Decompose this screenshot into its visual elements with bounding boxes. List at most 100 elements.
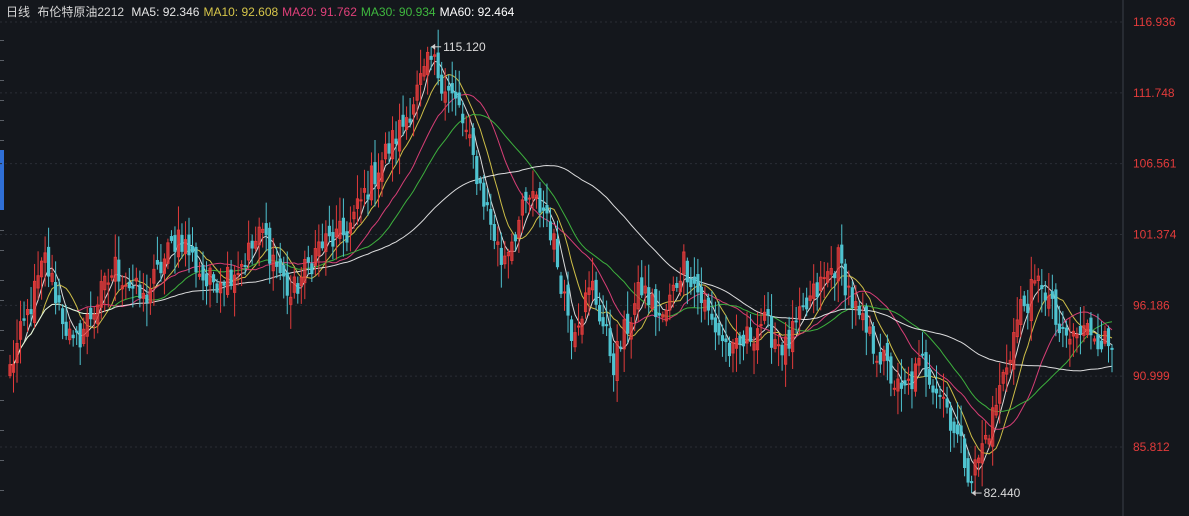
- candle-body: [548, 221, 553, 241]
- candle-body: [864, 306, 868, 333]
- candle-body: [787, 329, 791, 349]
- candle-body: [710, 313, 714, 320]
- candle-body: [408, 118, 412, 123]
- candle-body: [601, 317, 605, 327]
- candle-body: [57, 295, 61, 303]
- candle-body: [566, 284, 570, 316]
- candle-body: [562, 291, 567, 294]
- price-axis: 116.936 111.748 106.561 101.374 96.186 90.999…: [1133, 15, 1177, 454]
- candle-body: [1099, 340, 1104, 350]
- candle-body: [724, 338, 728, 343]
- candle-body: [117, 259, 121, 282]
- candle-body: [903, 380, 907, 386]
- candle-body: [366, 194, 370, 200]
- candle-body: [938, 394, 942, 397]
- candle-body: [22, 318, 26, 321]
- candle-body: [857, 305, 861, 316]
- candle-body: [61, 308, 65, 325]
- candle-body: [155, 259, 159, 265]
- candle-body: [201, 264, 205, 281]
- candle-body: [1022, 295, 1026, 307]
- candle-body: [843, 263, 847, 296]
- y-tick-label: 96.186: [1133, 298, 1170, 312]
- candle-body: [966, 458, 970, 483]
- candle-body: [471, 127, 475, 155]
- candle-body: [941, 396, 946, 399]
- candle-body: [892, 387, 896, 390]
- candle-body: [387, 143, 391, 154]
- candle-body: [187, 234, 191, 256]
- instrument-name: 布伦特原油2212: [37, 5, 125, 19]
- ma-legend-values: MA5: 92.346 MA10: 92.608 MA20: 91.762 MA30:…: [131, 5, 518, 19]
- candle-body: [282, 265, 286, 277]
- candle-body: [576, 325, 581, 328]
- candle-body: [640, 277, 644, 296]
- candle-body: [766, 309, 770, 316]
- candle-body: [243, 265, 247, 268]
- candle-body: [180, 234, 184, 252]
- candle-body: [685, 260, 689, 283]
- candle-body: [124, 284, 128, 287]
- candle-body: [1110, 347, 1114, 350]
- candle-body: [675, 283, 679, 288]
- candle-body: [689, 278, 693, 288]
- chart-legend: 日线 布伦特原油2212 MA5: 92.346 MA10: 92.608 MA20…: [6, 3, 522, 20]
- annotation-layer: 115.120 82.440: [431, 40, 1021, 500]
- candle-body: [910, 371, 914, 390]
- candle-body: [699, 286, 703, 304]
- candle-body: [492, 224, 496, 241]
- candle-body: [920, 353, 925, 356]
- y-tick-label: 85.812: [1133, 440, 1170, 454]
- candle-body: [833, 273, 837, 279]
- candle-body: [924, 352, 928, 377]
- ma-legend-item: MA30: 90.934: [360, 5, 436, 19]
- candle-body: [713, 317, 718, 333]
- y-tick-label: 111.748: [1133, 86, 1175, 100]
- candle-body: [619, 346, 623, 349]
- candles-layer: [8, 29, 1114, 496]
- candle-body: [741, 334, 746, 347]
- candle-body: [169, 236, 174, 241]
- annotation-arrow: [971, 490, 976, 497]
- candle-body: [1026, 303, 1030, 313]
- period-label[interactable]: 日线: [6, 5, 30, 19]
- candle-body: [1061, 326, 1065, 329]
- candle-body: [331, 232, 335, 247]
- candle-body: [285, 272, 289, 296]
- candle-body: [727, 342, 732, 357]
- candle-body: [447, 85, 451, 91]
- candle-body: [215, 283, 219, 293]
- candle-body: [454, 91, 458, 99]
- candle-body: [959, 425, 963, 437]
- candle-body: [1043, 292, 1047, 301]
- candle-body: [927, 368, 932, 385]
- candle-body: [559, 275, 563, 294]
- candle-body: [748, 327, 753, 342]
- candle-body: [450, 83, 454, 94]
- candle-body: [268, 227, 272, 264]
- candle-body: [875, 360, 879, 363]
- candle-body: [805, 297, 809, 310]
- candle-body: [692, 276, 696, 284]
- candle-body: [1064, 327, 1068, 336]
- candle-body: [885, 342, 889, 361]
- candle-body: [524, 191, 528, 201]
- candle-body: [720, 335, 725, 342]
- candle-body: [159, 261, 163, 274]
- candle-body: [605, 324, 609, 327]
- candle-body: [373, 162, 377, 185]
- candle-body: [934, 388, 939, 394]
- candle-body: [341, 217, 345, 236]
- y-tick-label: 90.999: [1133, 369, 1170, 383]
- candlestick-chart[interactable]: 115.120 82.440 116.936 111.748 106.561 101.3…: [0, 0, 1189, 516]
- candle-body: [899, 382, 904, 389]
- ma-legend-item: MA20: 91.762: [282, 5, 357, 19]
- candle-body: [626, 313, 630, 334]
- candle-body: [555, 238, 560, 268]
- candle-body: [190, 246, 195, 253]
- candle-body: [1089, 317, 1093, 336]
- candle-body: [545, 205, 549, 214]
- candle-body: [815, 282, 819, 298]
- candle-body: [78, 323, 82, 348]
- candle-body: [527, 197, 532, 200]
